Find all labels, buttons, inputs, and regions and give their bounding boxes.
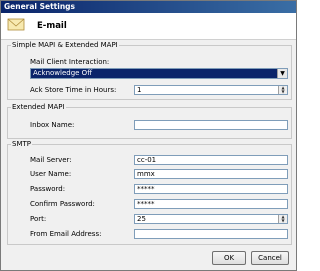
smtp-group: SMTP Mail Server: cc-01 User Name: mmx P… <box>7 139 292 245</box>
mail-client-select[interactable]: Acknowledge Off ▼ <box>30 68 288 79</box>
port-input[interactable]: 25 ▲ ▼ <box>134 214 288 224</box>
chevron-down-icon[interactable]: ▼ <box>277 69 287 78</box>
envelope-icon <box>7 18 25 31</box>
ack-store-input[interactable]: 1 ▲ ▼ <box>134 85 288 95</box>
general-settings-dialog: General Settings E-mail Simple MAPI & Ex… <box>0 0 297 271</box>
from-email-input[interactable] <box>134 229 288 239</box>
from-email-label: From Email Address: <box>30 230 102 238</box>
simple-mapi-group: Simple MAPI & Extended MAPI Mail Client … <box>7 40 292 100</box>
mail-client-value: Acknowledge Off <box>33 69 93 77</box>
spin-down-icon[interactable]: ▼ <box>279 219 287 223</box>
confirm-password-input[interactable]: ***** <box>134 199 288 209</box>
simple-mapi-legend: Simple MAPI & Extended MAPI <box>11 40 119 51</box>
port-value: 25 <box>137 215 146 223</box>
password-label: Password: <box>30 185 66 193</box>
extended-mapi-group: Extended MAPI Inbox Name: <box>7 102 292 139</box>
smtp-legend: SMTP <box>11 139 32 150</box>
dialog-header: E-mail <box>1 13 296 40</box>
ack-store-label: Ack Store Time in Hours: <box>30 86 117 94</box>
mail-client-label: Mail Client Interaction: <box>30 58 110 66</box>
user-name-label: User Name: <box>30 170 72 178</box>
mail-server-label: Mail Server: <box>30 156 72 164</box>
page-title: E-mail <box>37 21 67 31</box>
ok-button[interactable]: OK <box>212 251 246 265</box>
password-input[interactable]: ***** <box>134 184 288 194</box>
port-spinner[interactable]: ▲ ▼ <box>278 215 287 223</box>
title-bar[interactable]: General Settings <box>1 1 296 13</box>
ack-store-value: 1 <box>137 86 142 94</box>
port-label: Port: <box>30 215 47 223</box>
inbox-name-input[interactable] <box>134 120 288 130</box>
inbox-name-label: Inbox Name: <box>30 121 75 129</box>
cancel-button[interactable]: Cancel <box>251 251 289 265</box>
user-name-input[interactable]: mmx <box>134 169 288 179</box>
confirm-password-label: Confirm Password: <box>30 200 95 208</box>
spin-down-icon[interactable]: ▼ <box>279 90 287 94</box>
extended-mapi-legend: Extended MAPI <box>11 102 66 113</box>
mail-server-input[interactable]: cc-01 <box>134 155 288 165</box>
ack-store-spinner[interactable]: ▲ ▼ <box>278 86 287 94</box>
window-title: General Settings <box>4 2 76 11</box>
